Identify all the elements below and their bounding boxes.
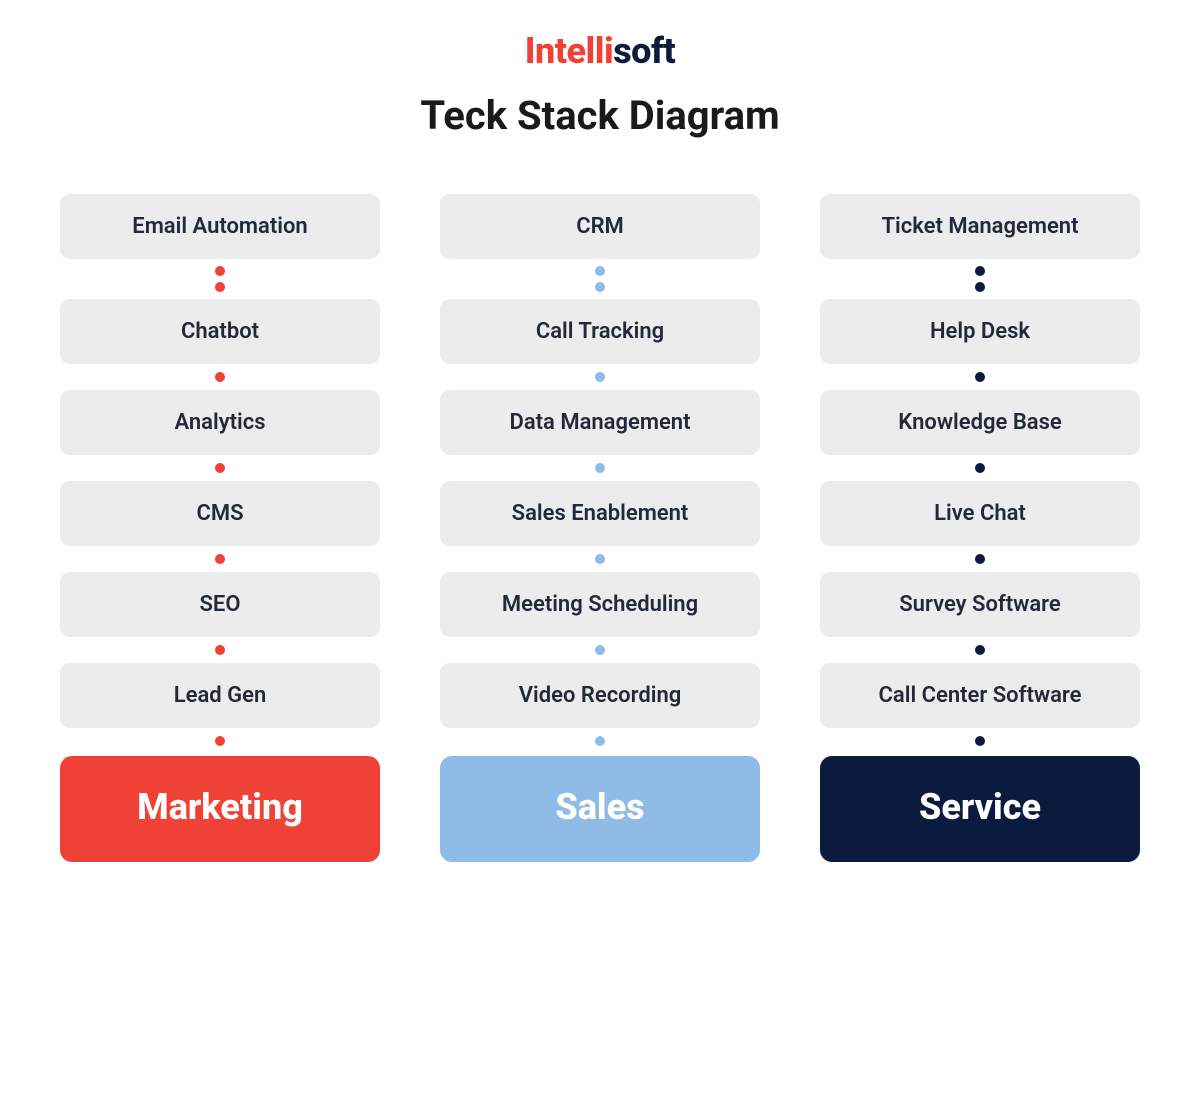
stack-item: Knowledge Base (820, 390, 1140, 455)
stack-item: Call Center Software (820, 663, 1140, 728)
dot-icon (215, 645, 225, 655)
dot-icon (595, 645, 605, 655)
stack-item: Lead Gen (60, 663, 380, 728)
dot-icon (215, 463, 225, 473)
dot-icon (595, 266, 605, 276)
stack-item: Ticket Management (820, 194, 1140, 259)
connector-dots (595, 455, 605, 481)
stack-item: Help Desk (820, 299, 1140, 364)
dot-icon (975, 463, 985, 473)
connector-dots (975, 637, 985, 663)
column-service: Ticket Management Help Desk Knowledge Ba… (820, 194, 1140, 862)
connector-dots (975, 455, 985, 481)
connector-dots (215, 637, 225, 663)
category-service: Service (820, 756, 1140, 862)
connector-dots (215, 728, 225, 754)
dot-icon (215, 266, 225, 276)
connector-dots (975, 364, 985, 390)
connector-dots (215, 364, 225, 390)
dot-icon (215, 282, 225, 292)
logo-part-2: soft (613, 30, 675, 72)
columns-container: Email Automation Chatbot Analytics CMS S… (0, 194, 1200, 862)
dot-icon (975, 736, 985, 746)
dot-icon (975, 282, 985, 292)
category-sales: Sales (440, 756, 760, 862)
dot-icon (215, 736, 225, 746)
stack-item: CRM (440, 194, 760, 259)
stack-item: CMS (60, 481, 380, 546)
stack-item: Live Chat (820, 481, 1140, 546)
connector-dots (215, 259, 225, 299)
dot-icon (975, 372, 985, 382)
stack-item: Meeting Scheduling (440, 572, 760, 637)
stack-item: Survey Software (820, 572, 1140, 637)
logo-part-1: Intelli (525, 30, 613, 72)
connector-dots (595, 728, 605, 754)
dot-icon (595, 282, 605, 292)
connector-dots (975, 546, 985, 572)
stack-item: Data Management (440, 390, 760, 455)
stack-item: Chatbot (60, 299, 380, 364)
connector-dots (975, 259, 985, 299)
dot-icon (215, 372, 225, 382)
stack-item: Analytics (60, 390, 380, 455)
connector-dots (595, 637, 605, 663)
diagram-title: Teck Stack Diagram (0, 92, 1200, 139)
stack-item: Sales Enablement (440, 481, 760, 546)
dot-icon (215, 554, 225, 564)
dot-icon (975, 266, 985, 276)
connector-dots (595, 546, 605, 572)
stack-item: Call Tracking (440, 299, 760, 364)
dot-icon (975, 554, 985, 564)
column-sales: CRM Call Tracking Data Management Sales … (440, 194, 760, 862)
connector-dots (595, 364, 605, 390)
category-marketing: Marketing (60, 756, 380, 862)
dot-icon (595, 372, 605, 382)
dot-icon (595, 736, 605, 746)
dot-icon (595, 463, 605, 473)
connector-dots (215, 455, 225, 481)
dot-icon (975, 645, 985, 655)
connector-dots (215, 546, 225, 572)
stack-item: Email Automation (60, 194, 380, 259)
connector-dots (595, 259, 605, 299)
stack-item: SEO (60, 572, 380, 637)
column-marketing: Email Automation Chatbot Analytics CMS S… (60, 194, 380, 862)
brand-logo: Intellisoft (0, 30, 1200, 72)
dot-icon (595, 554, 605, 564)
stack-item: Video Recording (440, 663, 760, 728)
connector-dots (975, 728, 985, 754)
